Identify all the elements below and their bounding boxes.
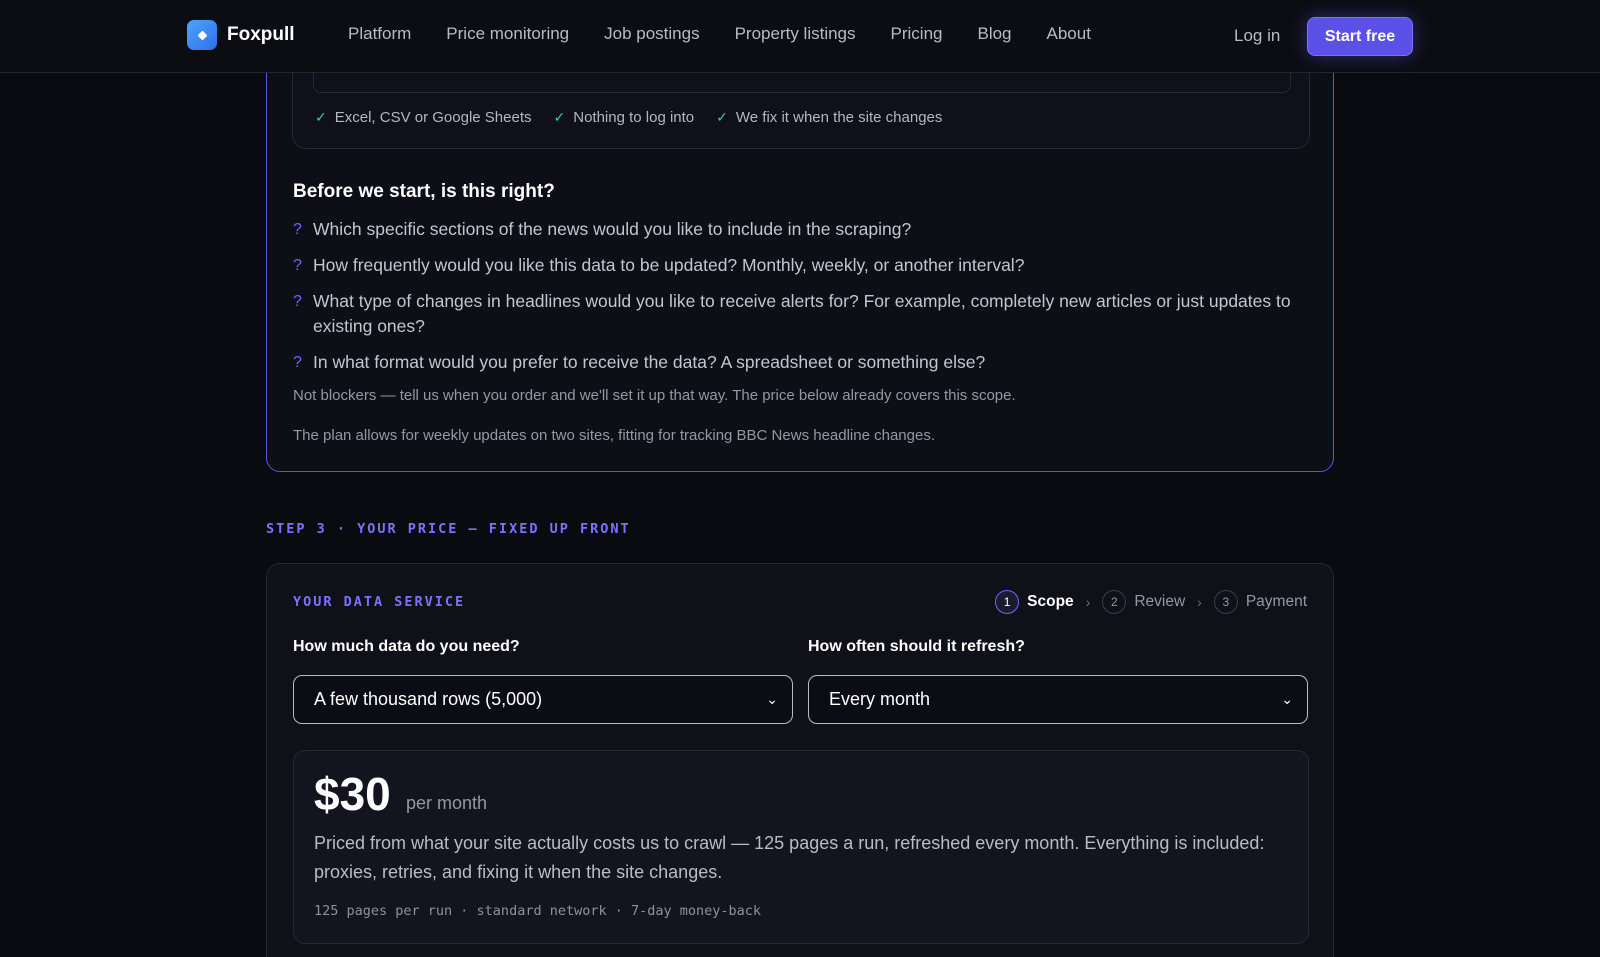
price-summary: $30 per month Priced from what your site… bbox=[293, 750, 1309, 944]
chevron-right-icon: › bbox=[1197, 594, 1202, 610]
brand[interactable]: Foxpull bbox=[187, 20, 295, 50]
plan-note: The plan allows for weekly updates on tw… bbox=[293, 427, 935, 444]
nav-link-price-monitoring[interactable]: Price monitoring bbox=[446, 24, 569, 44]
price-description: Priced from what your site actually cost… bbox=[314, 833, 1265, 882]
question-item: ? Which specific sections of the news wo… bbox=[293, 217, 1293, 242]
top-nav: Foxpull Platform Price monitoring Job po… bbox=[0, 0, 1600, 73]
data-amount-label: How much data do you need? bbox=[293, 638, 520, 655]
check-icon: ✓ bbox=[315, 109, 327, 125]
data-service-card: YOUR DATA SERVICE 1 Scope › 2 Review › 3… bbox=[266, 563, 1334, 957]
step-number-scope[interactable]: 1 bbox=[995, 590, 1020, 614]
price-amount: $30 bbox=[314, 768, 391, 820]
feature-checks: ✓ Excel, CSV or Google Sheets ✓ Nothing … bbox=[315, 109, 942, 126]
feature-check-item: ✓ Excel, CSV or Google Sheets bbox=[315, 109, 532, 126]
step-name-payment[interactable]: Payment bbox=[1246, 593, 1307, 611]
chevron-right-icon: › bbox=[1085, 594, 1091, 610]
scope-title: Before we start, is this right? bbox=[293, 181, 555, 202]
data-amount-value: A few thousand rows (5,000) bbox=[314, 689, 543, 709]
check-icon: ✓ bbox=[553, 109, 566, 125]
nav-link-about[interactable]: About bbox=[1047, 24, 1091, 44]
data-amount-select[interactable]: A few thousand rows (5,000) ⌄ bbox=[293, 675, 793, 724]
step-3-label: STEP 3 · YOUR PRICE — FIXED UP FRONT bbox=[266, 521, 631, 537]
price-unit: per month bbox=[406, 793, 488, 813]
question-mark-icon: ? bbox=[293, 257, 302, 274]
question-list: ? Which specific sections of the news wo… bbox=[293, 217, 1293, 386]
question-item: ? How frequently would you like this dat… bbox=[293, 253, 1293, 278]
refresh-frequency-value: Every month bbox=[829, 689, 931, 709]
login-link[interactable]: Log in bbox=[1234, 26, 1280, 46]
feature-check-item: ✓ We fix it when the site changes bbox=[716, 109, 942, 126]
data-service-label: YOUR DATA SERVICE bbox=[293, 594, 466, 610]
step-number-review[interactable]: 2 bbox=[1102, 590, 1127, 614]
check-icon: ✓ bbox=[716, 109, 728, 125]
question-text: What type of changes in headlines would … bbox=[313, 291, 1291, 336]
question-text: How frequently would you like this data … bbox=[313, 255, 1025, 275]
brand-logo-icon bbox=[187, 20, 217, 50]
feature-check-label: Nothing to log into bbox=[573, 109, 695, 126]
scope-card: ✓ Excel, CSV or Google Sheets ✓ Nothing … bbox=[266, 39, 1334, 472]
start-free-button[interactable]: Start free bbox=[1307, 17, 1413, 56]
nav-links: Platform Price monitoring Job postings P… bbox=[348, 24, 1126, 44]
nav-link-platform[interactable]: Platform bbox=[348, 24, 411, 44]
feature-check-item: ✓ Nothing to log into bbox=[554, 109, 695, 126]
brand-name: Foxpull bbox=[227, 24, 295, 45]
question-mark-icon: ? bbox=[293, 221, 302, 238]
refresh-frequency-label: How often should it refresh? bbox=[808, 638, 1025, 655]
refresh-frequency-select[interactable]: Every month ⌄ bbox=[808, 675, 1308, 724]
step-name-scope[interactable]: Scope bbox=[1027, 593, 1074, 611]
price-meta: 125 pages per run · standard network · 7… bbox=[314, 903, 762, 919]
chevron-down-icon: ⌄ bbox=[1281, 691, 1293, 707]
nav-link-property-listings[interactable]: Property listings bbox=[735, 24, 856, 44]
question-item: ? In what format would you prefer to rec… bbox=[293, 350, 1293, 375]
nav-link-pricing[interactable]: Pricing bbox=[891, 24, 943, 44]
question-mark-icon: ? bbox=[293, 293, 302, 310]
nav-link-blog[interactable]: Blog bbox=[977, 24, 1011, 44]
nav-link-job-postings[interactable]: Job postings bbox=[604, 24, 699, 44]
checkout-stepper: 1 Scope › 2 Review › 3 Payment bbox=[995, 590, 1307, 614]
feature-check-label: Excel, CSV or Google Sheets bbox=[334, 109, 532, 126]
question-item: ? What type of changes in headlines woul… bbox=[293, 289, 1293, 339]
question-text: Which specific sections of the news woul… bbox=[313, 219, 912, 239]
step-name-review[interactable]: Review bbox=[1134, 593, 1185, 611]
blockers-note: Not blockers — tell us when you order an… bbox=[293, 387, 1016, 404]
question-text: In what format would you prefer to recei… bbox=[313, 352, 986, 372]
feature-check-label: We fix it when the site changes bbox=[735, 109, 943, 126]
chevron-down-icon: ⌄ bbox=[766, 691, 778, 707]
step-number-payment[interactable]: 3 bbox=[1213, 590, 1238, 614]
question-mark-icon: ? bbox=[293, 354, 302, 371]
